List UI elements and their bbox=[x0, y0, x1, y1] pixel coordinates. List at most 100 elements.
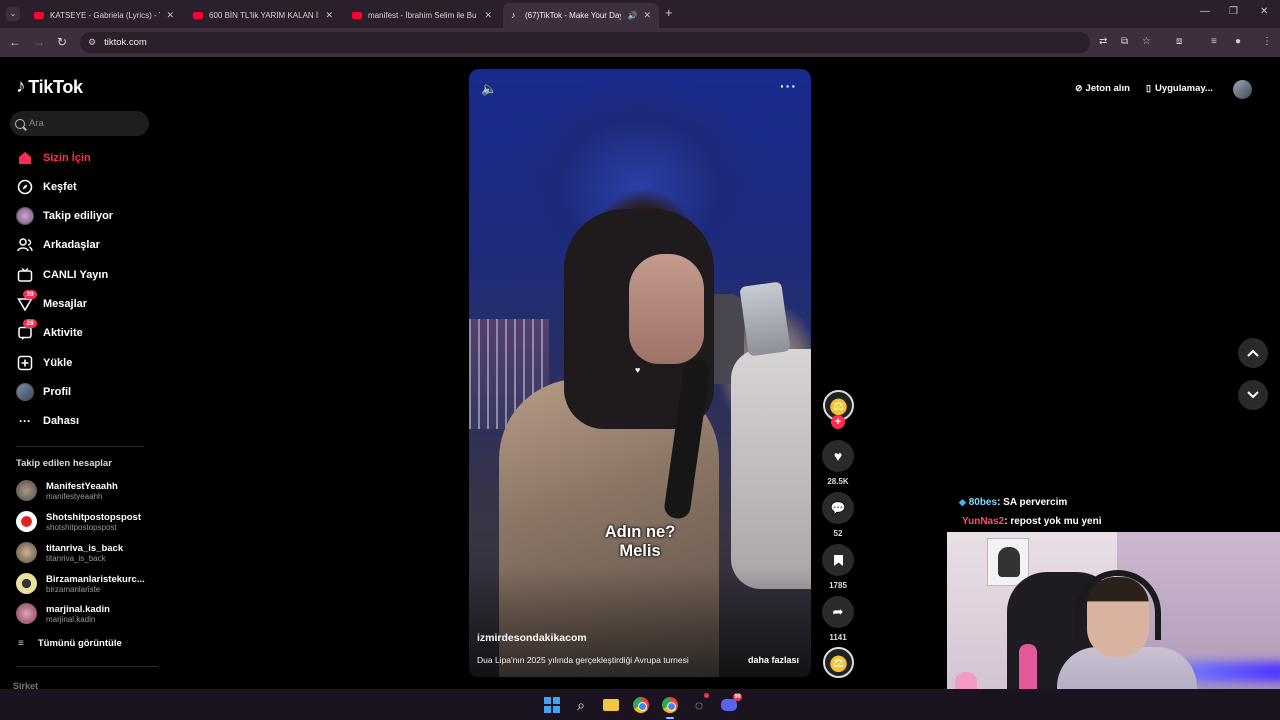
nav-messages[interactable]: 39 Mesajlar bbox=[16, 290, 88, 314]
volume-icon[interactable]: 🔈 bbox=[481, 81, 497, 97]
search-input[interactable] bbox=[29, 118, 139, 129]
bookmark-icon bbox=[833, 554, 843, 566]
search-icon bbox=[15, 118, 25, 129]
back-icon[interactable]: ← bbox=[9, 35, 21, 49]
chat-username: 80bes bbox=[968, 497, 998, 508]
close-tab-icon[interactable]: ✕ bbox=[484, 10, 492, 21]
nav-label: Mesajlar bbox=[43, 298, 88, 310]
profile-avatar[interactable] bbox=[1233, 80, 1252, 99]
start-button[interactable] bbox=[542, 695, 562, 715]
chrome-icon bbox=[662, 697, 678, 713]
video-singer-face bbox=[629, 254, 704, 364]
chrome-taskbar-icon[interactable] bbox=[631, 695, 651, 715]
site-info-icon[interactable]: ⚙ bbox=[88, 37, 96, 48]
account-name: marjinal.kadin bbox=[46, 603, 110, 615]
nav-following[interactable]: Takip ediliyor bbox=[16, 206, 113, 226]
close-tab-icon[interactable]: ✕ bbox=[643, 10, 651, 21]
followed-account[interactable]: titanriva_is_back titanriva_is_back bbox=[16, 542, 123, 563]
tab-audio-icon[interactable]: 🔊 bbox=[627, 11, 637, 20]
nav-for-you[interactable]: Sizin İçin bbox=[16, 148, 91, 168]
chrome-icon bbox=[633, 697, 649, 713]
forward-icon[interactable]: → bbox=[33, 35, 45, 49]
nav-more[interactable]: ··· Dahası bbox=[16, 411, 79, 431]
see-all-button[interactable]: ≡ Tümünü görüntüle bbox=[18, 638, 122, 649]
translate-icon[interactable]: ⇄ bbox=[1099, 36, 1107, 47]
account-name: ManifestYeaahh bbox=[46, 480, 118, 492]
nav-label: Keşfet bbox=[43, 181, 77, 193]
comment-icon: 💬 bbox=[830, 501, 846, 515]
chrome-active-taskbar-icon[interactable] bbox=[660, 695, 680, 719]
next-video-button[interactable] bbox=[1238, 380, 1268, 410]
followed-account[interactable]: Shotshitpostopspost shotshitpostopspost bbox=[16, 511, 141, 532]
nav-live[interactable]: CANLI Yayın bbox=[16, 265, 108, 285]
tiktok-logo[interactable]: ♪ TikTok bbox=[16, 76, 83, 98]
like-count: 28.5K bbox=[827, 477, 849, 486]
tiktok-note-icon: ♪ bbox=[16, 76, 26, 97]
discord-taskbar-icon[interactable]: 99 bbox=[719, 693, 742, 715]
app-taskbar-icon[interactable]: ◌ bbox=[689, 693, 709, 715]
account-name: Shotshitpostopspost bbox=[46, 511, 141, 523]
upload-icon bbox=[16, 354, 34, 372]
nav-label: Arkadaşlar bbox=[43, 239, 100, 251]
browser-tab[interactable]: 600 BİN TL'lik YARIM KALAN İŞ ✕ bbox=[185, 3, 341, 28]
extensions-icon[interactable]: ⧈ bbox=[1176, 36, 1182, 47]
video-author[interactable]: izmirdesondakikacom bbox=[477, 632, 587, 644]
file-explorer-icon[interactable] bbox=[601, 695, 621, 715]
save-button[interactable] bbox=[822, 544, 854, 576]
follow-plus-button[interactable]: + bbox=[831, 415, 845, 429]
account-avatar bbox=[16, 542, 37, 563]
nav-activity[interactable]: 28 Aktivite bbox=[16, 319, 83, 343]
browser-tab[interactable]: KATSEYE - Gabriela (Lyrics) - Yo ✕ bbox=[26, 3, 182, 28]
browser-tab[interactable]: manifest - İbrahim Selim ile Bu ✕ bbox=[344, 3, 500, 28]
chat-text: : repost yok mu yeni bbox=[1004, 516, 1102, 527]
sound-disc-icon[interactable]: ⚖ bbox=[823, 647, 854, 678]
like-button[interactable]: ♥ bbox=[822, 440, 854, 472]
browser-profile-icon[interactable]: ● bbox=[1235, 36, 1241, 47]
nav-upload[interactable]: Yükle bbox=[16, 353, 72, 373]
followed-account[interactable]: Birzamanlaristekurc... birzamanlariste bbox=[16, 573, 145, 594]
close-tab-icon[interactable]: ✕ bbox=[166, 10, 174, 21]
account-avatar bbox=[16, 511, 37, 532]
search-box[interactable] bbox=[10, 111, 149, 136]
restore-icon[interactable]: ❐ bbox=[1229, 6, 1238, 17]
media-controls-icon[interactable]: ≡ bbox=[1211, 36, 1217, 47]
get-coins-label: Jeton alın bbox=[1085, 83, 1130, 94]
minimize-icon[interactable]: — bbox=[1200, 6, 1210, 17]
nav-label: Profil bbox=[43, 386, 72, 398]
share-count: 1141 bbox=[829, 633, 847, 642]
browser-tab-active[interactable]: ♪ (67)TikTok - Make Your Day 🔊 ✕ bbox=[503, 3, 659, 28]
comment-button[interactable]: 💬 bbox=[822, 492, 854, 524]
video-more-options-icon[interactable]: ··· bbox=[780, 78, 797, 94]
close-tab-icon[interactable]: ✕ bbox=[325, 10, 333, 21]
nav-explore[interactable]: Keşfet bbox=[16, 177, 77, 197]
share-button[interactable]: ➦ bbox=[822, 596, 854, 628]
followed-account[interactable]: marjinal.kadin marjinal.kadin bbox=[16, 603, 110, 624]
reload-icon[interactable]: ↻ bbox=[57, 35, 67, 49]
youtube-icon bbox=[193, 12, 203, 19]
previous-video-button[interactable] bbox=[1238, 338, 1268, 368]
chevron-down-icon bbox=[1247, 391, 1259, 399]
video-see-more-button[interactable]: daha fazlası bbox=[748, 655, 799, 665]
browser-menu-icon[interactable]: ⋮ bbox=[1262, 36, 1272, 47]
get-coins-button[interactable]: ⊘ Jeton alın bbox=[1075, 83, 1130, 94]
messages-icon: 39 bbox=[16, 290, 37, 313]
tab-search-button[interactable]: ⌄ bbox=[6, 7, 20, 21]
taskbar-search-icon[interactable]: ⌕ bbox=[571, 695, 591, 715]
chevron-up-icon bbox=[1247, 349, 1259, 357]
new-tab-button[interactable]: + bbox=[665, 5, 673, 20]
nav-label: Dahası bbox=[43, 415, 80, 427]
nav-friends[interactable]: Arkadaşlar bbox=[16, 235, 100, 255]
bookmark-star-icon[interactable]: ☆ bbox=[1142, 36, 1151, 47]
get-app-button[interactable]: ▯ Uygulamay... bbox=[1146, 83, 1213, 94]
dotted-circle-icon: ◌ bbox=[694, 697, 704, 713]
nav-profile[interactable]: Profil bbox=[16, 382, 71, 402]
install-app-icon[interactable]: ⧉ bbox=[1121, 36, 1128, 47]
account-handle: marjinal.kadin bbox=[46, 614, 96, 624]
close-window-icon[interactable]: ✕ bbox=[1260, 6, 1268, 17]
video-player[interactable]: 🔈 ··· ♥ Adın ne? Melis izmirdesondakikac… bbox=[469, 69, 811, 677]
tab-title: KATSEYE - Gabriela (Lyrics) - Yo bbox=[50, 11, 161, 20]
browser-tab-strip: ⌄ KATSEYE - Gabriela (Lyrics) - Yo ✕ 600… bbox=[0, 0, 1280, 28]
followed-account[interactable]: ManifestYeaahh manifestyeaahh bbox=[16, 480, 118, 501]
windows-taskbar: ⌕ ◌ 99 bbox=[0, 689, 1280, 720]
address-bar[interactable]: ⚙ tiktok.com bbox=[80, 32, 1090, 53]
